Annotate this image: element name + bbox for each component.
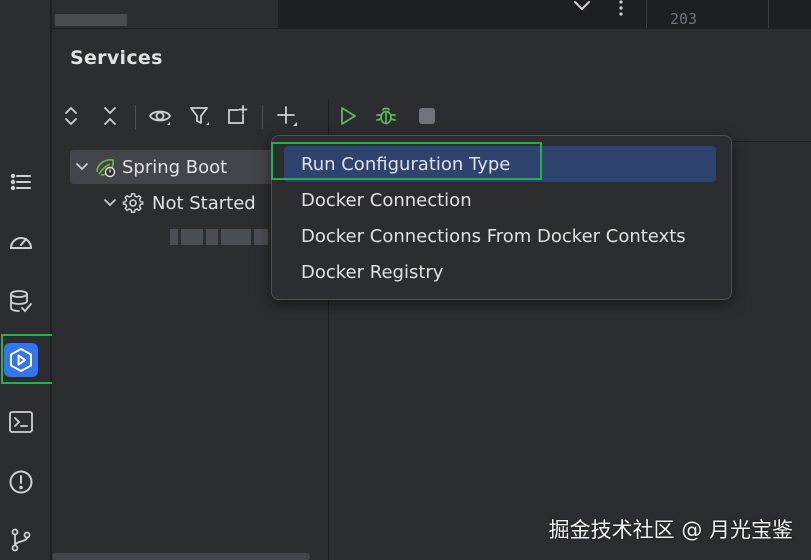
structure-icon[interactable] xyxy=(4,165,38,199)
services-toolbar xyxy=(52,99,328,135)
line-number: 203 xyxy=(670,10,698,28)
chevron-down-icon[interactable] xyxy=(100,193,120,213)
filter-button[interactable] xyxy=(185,99,215,133)
details-toolbar xyxy=(329,99,811,135)
new-tab-button[interactable] xyxy=(222,99,252,133)
gear-icon xyxy=(120,191,146,215)
watermark: 掘金技术社区 @ 月光宝鉴 xyxy=(548,518,793,542)
project-pane-strip xyxy=(52,0,278,28)
new-tab-icon xyxy=(228,105,248,124)
add-service-button[interactable] xyxy=(272,99,302,133)
chevron-down-icon[interactable] xyxy=(72,157,92,177)
collapse-all-button[interactable] xyxy=(95,99,125,133)
redacted-service-item[interactable] xyxy=(170,229,280,245)
debug-button[interactable] xyxy=(371,99,401,133)
collapse-all-icon xyxy=(104,107,116,125)
expand-all-button[interactable] xyxy=(56,99,86,133)
problems-icon[interactable] xyxy=(4,465,38,499)
database-icon[interactable] xyxy=(4,285,38,319)
divider xyxy=(768,0,769,28)
chevron-down-icon[interactable] xyxy=(572,0,592,14)
menu-item-docker-connection[interactable]: Docker Connection xyxy=(284,182,716,218)
debug-icon xyxy=(376,107,396,125)
tree-node-spring-boot[interactable]: Spring Boot xyxy=(70,150,290,184)
eye-icon xyxy=(149,110,171,125)
plus-icon xyxy=(277,106,297,126)
terminal-icon[interactable] xyxy=(4,405,38,439)
top-strip: 203 xyxy=(52,0,811,28)
menu-item-docker-registry[interactable]: Docker Registry xyxy=(284,254,716,290)
expand-all-icon xyxy=(65,106,77,126)
run-icon xyxy=(341,107,356,125)
tool-window-bar xyxy=(0,0,51,560)
menu-item-highlight xyxy=(271,142,542,180)
menu-item-docker-connections-from-contexts[interactable]: Docker Connections From Docker Contexts xyxy=(284,218,716,254)
toolbar-separator xyxy=(135,105,136,129)
panel-title: Services xyxy=(70,47,163,69)
filter-icon xyxy=(190,107,209,125)
stop-button[interactable] xyxy=(412,99,442,133)
spring-boot-icon xyxy=(92,155,118,179)
toolbar-separator xyxy=(262,105,263,129)
profiler-icon[interactable] xyxy=(4,225,38,259)
tree-node-label: Spring Boot xyxy=(122,156,228,178)
stop-icon xyxy=(419,108,435,124)
horizontal-scrollbar[interactable] xyxy=(55,14,127,26)
git-branch-icon[interactable] xyxy=(4,523,38,557)
tree-node-not-started[interactable]: Not Started xyxy=(100,186,256,220)
view-options-button[interactable] xyxy=(145,99,175,133)
more-options-icon[interactable] xyxy=(614,0,628,16)
horizontal-scrollbar[interactable] xyxy=(52,553,310,560)
services-icon-highlight xyxy=(1,334,59,384)
run-button[interactable] xyxy=(333,99,363,133)
ide-window: 203 Services Spring Boot Not Started Run… xyxy=(0,0,811,560)
tree-node-label: Not Started xyxy=(152,192,256,214)
divider xyxy=(646,0,647,28)
